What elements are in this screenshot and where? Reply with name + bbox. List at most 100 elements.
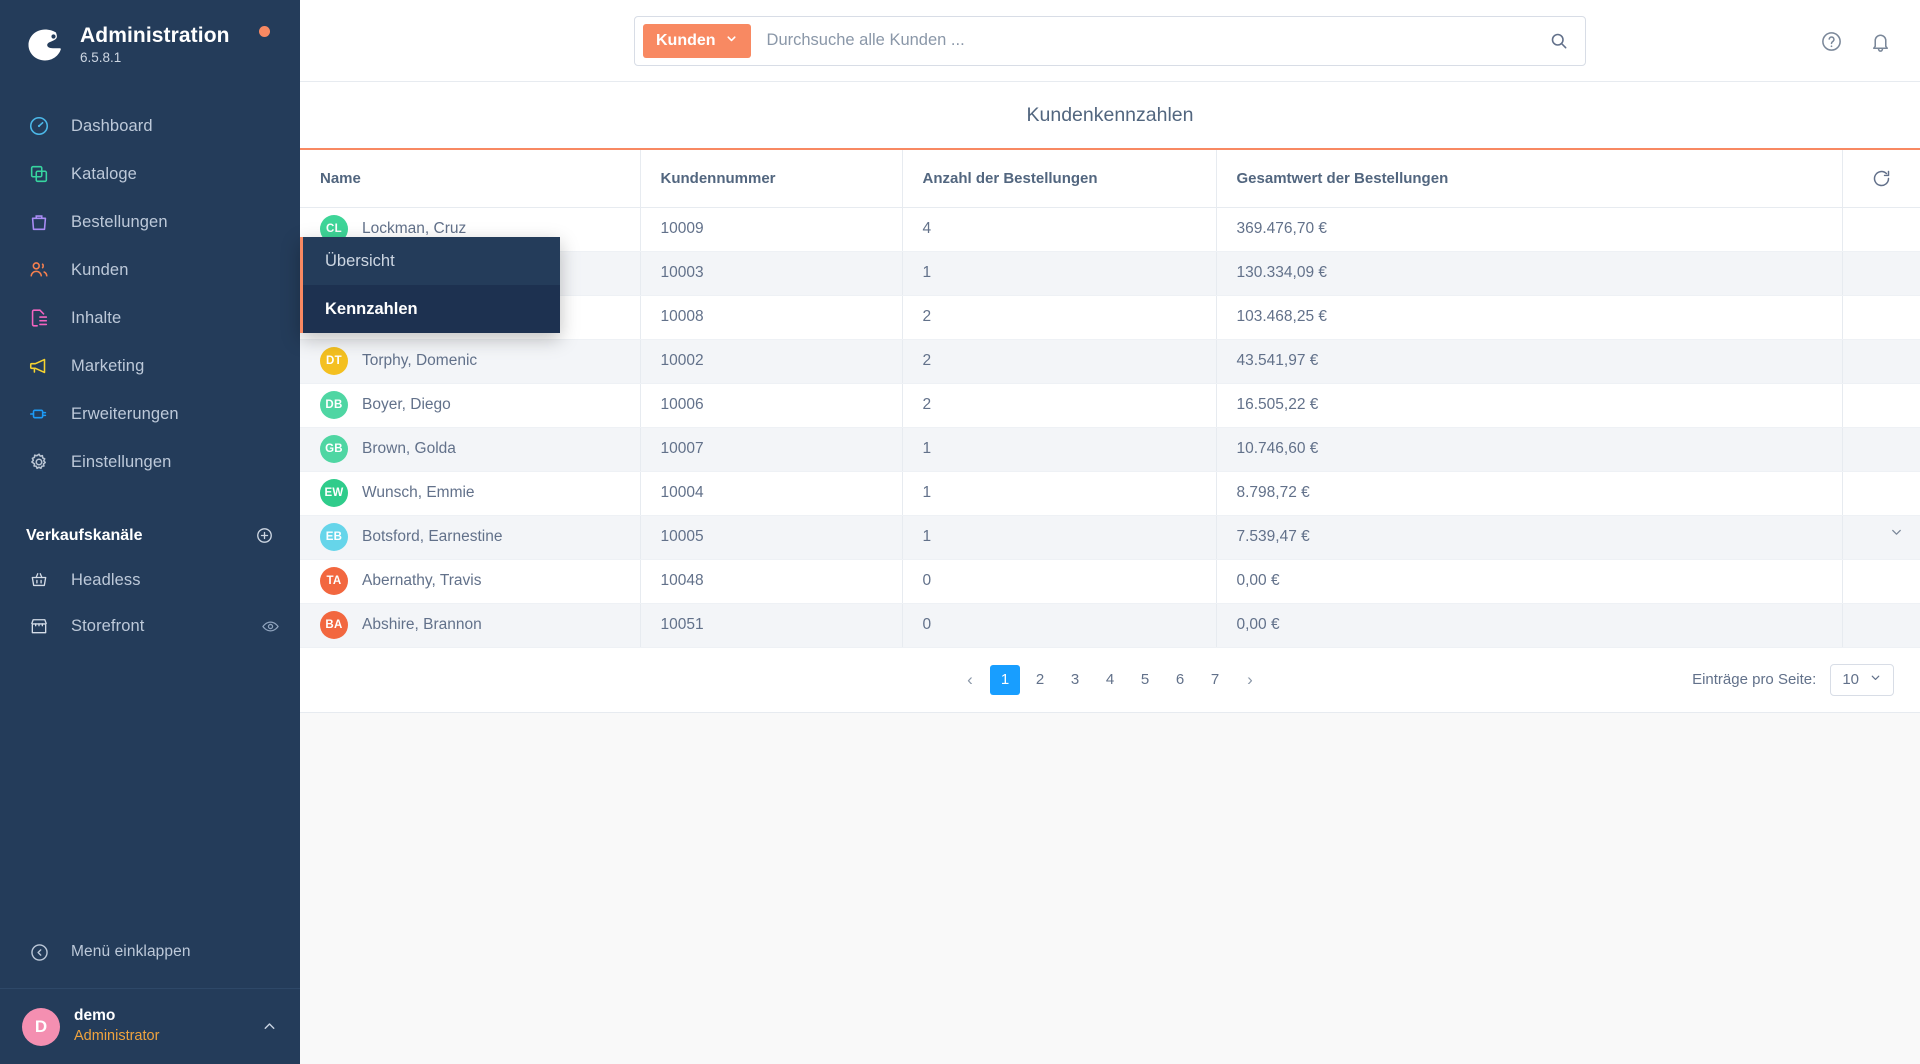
sidebar-item-inhalte[interactable]: Inhalte — [0, 294, 300, 342]
cell-actions — [1842, 295, 1920, 340]
cell-actions — [1842, 251, 1920, 296]
basket-icon — [26, 567, 52, 593]
bag-icon — [26, 209, 52, 235]
cell-total: 103.468,25 € — [1216, 295, 1843, 340]
column-header-name[interactable]: Name — [300, 148, 641, 208]
avatar: GB — [320, 435, 348, 463]
customer-name: Torphy, Domenic — [362, 352, 478, 369]
column-header-label: Gesamtwert der Bestellungen — [1236, 169, 1449, 187]
cell-number: 10002 — [640, 339, 903, 384]
sales-channel-section-header: Verkaufskanäle — [0, 526, 300, 545]
eye-icon[interactable] — [261, 617, 280, 636]
bell-icon[interactable] — [1869, 30, 1892, 53]
pagination-page-4[interactable]: 4 — [1095, 665, 1125, 695]
per-page-control: Einträge pro Seite: 10 — [1692, 648, 1894, 712]
pagination-next-button[interactable]: › — [1235, 665, 1265, 695]
sidebar-item-kunden[interactable]: Kunden — [0, 246, 300, 294]
pagination-page-6[interactable]: 6 — [1165, 665, 1195, 695]
cell-name: TA Abernathy, Travis — [300, 559, 641, 604]
table-row[interactable]: EW Wunsch, Emmie 10004 1 8.798,72 € — [300, 471, 1920, 516]
update-notification-dot[interactable] — [259, 26, 270, 37]
avatar: BA — [320, 611, 348, 639]
flyout-item-uebersicht[interactable]: Übersicht — [303, 237, 560, 285]
search-input[interactable] — [750, 17, 1533, 64]
sidebar-flyout-menu: Übersicht Kennzahlen — [300, 237, 560, 333]
table-row[interactable]: DT Torphy, Domenic 10002 2 43.541,97 € — [300, 339, 1920, 384]
main-area: Kunden Durchsuche alle Kunden ... Kunden… — [300, 0, 1920, 1064]
pagination-controls: ‹ 1 2 3 4 5 6 7 › — [955, 664, 1265, 695]
cell-total: 8.798,72 € — [1216, 471, 1843, 516]
cell-orders: 1 — [902, 251, 1217, 296]
pagination-page-1[interactable]: 1 — [990, 664, 1020, 695]
table-row[interactable]: DB Boyer, Diego 10006 2 16.505,22 € — [300, 383, 1920, 428]
sidebar-item-marketing[interactable]: Marketing — [0, 342, 300, 390]
search-scope-label: Kunden — [656, 31, 716, 49]
cell-actions — [1842, 603, 1920, 648]
shop-icon — [26, 613, 52, 639]
cell-orders: 1 — [902, 515, 1217, 560]
sidebar-user-profile[interactable]: D demo Administrator — [0, 988, 300, 1064]
sidebar-item-erweiterungen[interactable]: Erweiterungen — [0, 390, 300, 438]
pagination-prev-button[interactable]: ‹ — [955, 665, 985, 695]
sidebar-brand-title: Administration — [80, 24, 230, 47]
help-circle-icon[interactable] — [1820, 30, 1843, 53]
column-header-gesamtwert-bestellungen[interactable]: Gesamtwert der Bestellungen — [1216, 148, 1901, 535]
sidebar-item-einstellungen[interactable]: Einstellungen — [0, 438, 300, 486]
content-icon — [26, 305, 52, 331]
sidebar-channel-storefront[interactable]: Storefront — [0, 603, 300, 649]
cell-actions — [1842, 339, 1920, 384]
sidebar-item-label: Inhalte — [71, 308, 122, 327]
chevron-down-icon — [725, 32, 738, 50]
sidebar-item-label: Einstellungen — [71, 452, 172, 471]
column-header-kundennummer[interactable]: Kundennummer — [640, 148, 903, 208]
cell-orders: 4 — [902, 207, 1217, 252]
flyout-item-kennzahlen[interactable]: Kennzahlen — [303, 285, 560, 333]
customer-metrics-table: Name Kundennummer Anzahl der Bestellunge… — [300, 148, 1920, 648]
cell-orders: 1 — [902, 427, 1217, 472]
customer-metrics-card: Kundenkennzahlen Name Kundennummer Anzah… — [300, 82, 1920, 713]
table-row[interactable]: EB Botsford, Earnestine 10005 1 7.539,47 … — [300, 515, 1920, 560]
pagination-page-7[interactable]: 7 — [1200, 665, 1230, 695]
pagination-page-2[interactable]: 2 — [1025, 665, 1055, 695]
cell-total: 10.746,60 € — [1216, 427, 1843, 472]
sidebar-channel-label: Storefront — [71, 616, 145, 635]
users-icon — [26, 257, 52, 283]
cell-actions — [1842, 471, 1920, 516]
page-title: Kundenkennzahlen — [1026, 103, 1194, 126]
topbar-actions — [1820, 0, 1892, 82]
cell-total: 7.539,47 € — [1216, 515, 1843, 560]
refresh-icon[interactable] — [1863, 150, 1901, 207]
cell-orders: 2 — [902, 383, 1217, 428]
table-row[interactable]: BA Abshire, Brannon 10051 0 0,00 € — [300, 603, 1920, 648]
sidebar-item-bestellungen[interactable]: Bestellungen — [0, 198, 300, 246]
table-row[interactable]: GB Brown, Golda 10007 1 10.746,60 € — [300, 427, 1920, 472]
search-scope-button[interactable]: Kunden — [643, 23, 751, 58]
per-page-select[interactable]: 10 — [1830, 663, 1894, 696]
pagination-page-3[interactable]: 3 — [1060, 665, 1090, 695]
chevron-down-icon[interactable] — [1889, 525, 1904, 540]
table-row[interactable]: TA Abernathy, Travis 10048 0 0,00 € — [300, 559, 1920, 604]
cell-orders: 2 — [902, 295, 1217, 340]
cell-name: DB Boyer, Diego — [300, 383, 641, 428]
cell-name: DT Torphy, Domenic — [300, 339, 641, 384]
avatar: DT — [320, 347, 348, 375]
sidebar-channel-headless[interactable]: Headless — [0, 557, 300, 603]
sidebar-item-dashboard[interactable]: Dashboard — [0, 102, 300, 150]
avatar: DB — [320, 391, 348, 419]
pagination-page-5[interactable]: 5 — [1130, 665, 1160, 695]
cell-number: 10007 — [640, 427, 903, 472]
cell-total: 16.505,22 € — [1216, 383, 1843, 428]
sidebar-item-label: Bestellungen — [71, 212, 168, 231]
chevron-up-icon[interactable] — [261, 1018, 278, 1035]
sidebar-collapse-button[interactable]: Menü einklappen — [0, 926, 300, 978]
sidebar-item-kataloge[interactable]: Kataloge — [0, 150, 300, 198]
catalogue-icon — [26, 161, 52, 187]
card-header: Kundenkennzahlen — [300, 82, 1920, 148]
sales-channel-list: Headless Storefront — [0, 557, 300, 649]
cell-actions — [1842, 207, 1920, 252]
sidebar-brand[interactable]: Administration 6.5.8.1 — [0, 0, 300, 68]
column-header-anzahl-bestellungen[interactable]: Anzahl der Bestellungen — [902, 148, 1217, 208]
cell-name: GB Brown, Golda — [300, 427, 641, 472]
plus-circle-icon[interactable] — [255, 526, 274, 545]
search-icon[interactable] — [1533, 31, 1585, 51]
